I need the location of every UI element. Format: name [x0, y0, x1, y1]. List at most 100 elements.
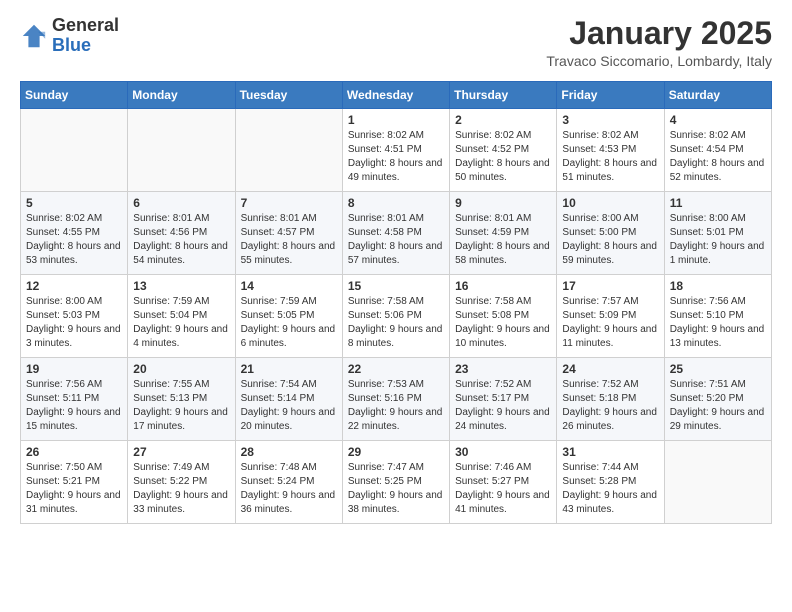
calendar-day-26: 26 Sunrise: 7:50 AM Sunset: 5:21 PM Dayli…	[21, 441, 128, 524]
calendar-day-23: 23Sunrise: 7:52 AM Sunset: 5:17 PM Dayli…	[450, 358, 557, 441]
calendar-day-13: 13Sunrise: 7:59 AM Sunset: 5:04 PM Dayli…	[128, 275, 235, 358]
logo: General Blue	[20, 16, 119, 56]
calendar-day-10: 10 Sunrise: 8:00 AM Sunset: 5:00 PM Dayli…	[557, 192, 664, 275]
day-info: Sunrise: 8:01 AM Sunset: 4:56 PM Dayligh…	[133, 212, 229, 268]
calendar-day-9: 9Sunrise: 8:01 AM Sunset: 4:59 PM Daylig…	[450, 192, 557, 275]
logo-blue-text: Blue	[52, 36, 119, 56]
day-number: 12	[26, 279, 122, 293]
location: Travaco Siccomario, Lombardy, Italy	[546, 53, 772, 69]
calendar-week-row: 12 Sunrise: 8:00 AM Sunset: 5:03 PM Dayli…	[21, 275, 772, 358]
calendar-day-8: 8 Sunrise: 8:01 AM Sunset: 4:58 PM Daylig…	[342, 192, 449, 275]
day-number: 20	[133, 362, 229, 376]
calendar-day-30: 30Sunrise: 7:46 AM Sunset: 5:27 PM Dayli…	[450, 441, 557, 524]
calendar-day-1: 1 Sunrise: 8:02 AM Sunset: 4:51 PM Daylig…	[342, 109, 449, 192]
calendar-day-3: 3 Sunrise: 8:02 AM Sunset: 4:53 PM Daylig…	[557, 109, 664, 192]
day-info: Sunrise: 7:58 AM Sunset: 5:06 PM Dayligh…	[348, 295, 444, 351]
day-number: 6	[133, 196, 229, 210]
day-number: 10	[562, 196, 658, 210]
day-number: 7	[241, 196, 337, 210]
calendar-table: SundayMondayTuesdayWednesdayThursdayFrid…	[20, 81, 772, 524]
day-info: Sunrise: 8:02 AM Sunset: 4:53 PM Dayligh…	[562, 129, 658, 185]
day-number: 3	[562, 113, 658, 127]
day-info: Sunrise: 8:01 AM Sunset: 4:57 PM Dayligh…	[241, 212, 337, 268]
calendar-day-31: 31Sunrise: 7:44 AM Sunset: 5:28 PM Dayli…	[557, 441, 664, 524]
day-header-thursday: Thursday	[450, 82, 557, 109]
month-title: January 2025	[546, 16, 772, 51]
day-header-friday: Friday	[557, 82, 664, 109]
day-number: 11	[670, 196, 766, 210]
day-number: 17	[562, 279, 658, 293]
day-info: Sunrise: 8:02 AM Sunset: 4:52 PM Dayligh…	[455, 129, 551, 185]
day-info: Sunrise: 7:50 AM Sunset: 5:21 PM Dayligh…	[26, 461, 122, 517]
calendar-day-14: 14Sunrise: 7:59 AM Sunset: 5:05 PM Dayli…	[235, 275, 342, 358]
calendar-empty-cell	[21, 109, 128, 192]
day-header-tuesday: Tuesday	[235, 82, 342, 109]
calendar-empty-cell	[235, 109, 342, 192]
calendar-empty-cell	[128, 109, 235, 192]
calendar-day-17: 17Sunrise: 7:57 AM Sunset: 5:09 PM Dayli…	[557, 275, 664, 358]
header: General Blue January 2025 Travaco Siccom…	[20, 16, 772, 69]
day-info: Sunrise: 8:00 AM Sunset: 5:03 PM Dayligh…	[26, 295, 122, 351]
day-number: 26	[26, 445, 122, 459]
day-number: 2	[455, 113, 551, 127]
day-number: 13	[133, 279, 229, 293]
page: General Blue January 2025 Travaco Siccom…	[0, 0, 792, 544]
logo-icon	[20, 22, 48, 50]
calendar-week-row: 19 Sunrise: 7:56 AM Sunset: 5:11 PM Dayli…	[21, 358, 772, 441]
day-number: 21	[241, 362, 337, 376]
day-number: 19	[26, 362, 122, 376]
calendar-day-25: 25 Sunrise: 7:51 AM Sunset: 5:20 PM Dayli…	[664, 358, 771, 441]
day-info: Sunrise: 8:00 AM Sunset: 5:00 PM Dayligh…	[562, 212, 658, 268]
calendar-week-row: 1 Sunrise: 8:02 AM Sunset: 4:51 PM Daylig…	[21, 109, 772, 192]
day-header-wednesday: Wednesday	[342, 82, 449, 109]
calendar-day-16: 16Sunrise: 7:58 AM Sunset: 5:08 PM Dayli…	[450, 275, 557, 358]
calendar-header-row: SundayMondayTuesdayWednesdayThursdayFrid…	[21, 82, 772, 109]
day-number: 24	[562, 362, 658, 376]
day-number: 15	[348, 279, 444, 293]
calendar-day-21: 21 Sunrise: 7:54 AM Sunset: 5:14 PM Dayli…	[235, 358, 342, 441]
day-number: 29	[348, 445, 444, 459]
calendar-day-28: 28Sunrise: 7:48 AM Sunset: 5:24 PM Dayli…	[235, 441, 342, 524]
calendar-day-7: 7 Sunrise: 8:01 AM Sunset: 4:57 PM Daylig…	[235, 192, 342, 275]
day-info: Sunrise: 7:47 AM Sunset: 5:25 PM Dayligh…	[348, 461, 444, 517]
day-header-sunday: Sunday	[21, 82, 128, 109]
calendar-day-24: 24 Sunrise: 7:52 AM Sunset: 5:18 PM Dayli…	[557, 358, 664, 441]
day-number: 16	[455, 279, 551, 293]
day-info: Sunrise: 7:56 AM Sunset: 5:11 PM Dayligh…	[26, 378, 122, 434]
day-info: Sunrise: 7:53 AM Sunset: 5:16 PM Dayligh…	[348, 378, 444, 434]
calendar-day-15: 15 Sunrise: 7:58 AM Sunset: 5:06 PM Dayli…	[342, 275, 449, 358]
day-info: Sunrise: 7:55 AM Sunset: 5:13 PM Dayligh…	[133, 378, 229, 434]
day-header-monday: Monday	[128, 82, 235, 109]
calendar-week-row: 5Sunrise: 8:02 AM Sunset: 4:55 PM Daylig…	[21, 192, 772, 275]
day-info: Sunrise: 7:46 AM Sunset: 5:27 PM Dayligh…	[455, 461, 551, 517]
day-number: 25	[670, 362, 766, 376]
day-number: 31	[562, 445, 658, 459]
day-info: Sunrise: 7:54 AM Sunset: 5:14 PM Dayligh…	[241, 378, 337, 434]
day-info: Sunrise: 7:52 AM Sunset: 5:18 PM Dayligh…	[562, 378, 658, 434]
logo-general-text: General	[52, 16, 119, 36]
calendar-day-2: 2 Sunrise: 8:02 AM Sunset: 4:52 PM Daylig…	[450, 109, 557, 192]
title-block: January 2025 Travaco Siccomario, Lombard…	[546, 16, 772, 69]
day-info: Sunrise: 7:52 AM Sunset: 5:17 PM Dayligh…	[455, 378, 551, 434]
calendar-day-27: 27Sunrise: 7:49 AM Sunset: 5:22 PM Dayli…	[128, 441, 235, 524]
day-number: 18	[670, 279, 766, 293]
day-number: 1	[348, 113, 444, 127]
day-number: 22	[348, 362, 444, 376]
calendar-day-6: 6 Sunrise: 8:01 AM Sunset: 4:56 PM Daylig…	[128, 192, 235, 275]
calendar-day-19: 19 Sunrise: 7:56 AM Sunset: 5:11 PM Dayli…	[21, 358, 128, 441]
day-number: 28	[241, 445, 337, 459]
calendar-empty-cell	[664, 441, 771, 524]
day-number: 9	[455, 196, 551, 210]
logo-text: General Blue	[52, 16, 119, 56]
day-number: 5	[26, 196, 122, 210]
calendar-day-12: 12 Sunrise: 8:00 AM Sunset: 5:03 PM Dayli…	[21, 275, 128, 358]
day-info: Sunrise: 8:01 AM Sunset: 4:58 PM Dayligh…	[348, 212, 444, 268]
calendar-day-11: 11Sunrise: 8:00 AM Sunset: 5:01 PM Dayli…	[664, 192, 771, 275]
day-number: 8	[348, 196, 444, 210]
day-info: Sunrise: 7:51 AM Sunset: 5:20 PM Dayligh…	[670, 378, 766, 434]
calendar-week-row: 26 Sunrise: 7:50 AM Sunset: 5:21 PM Dayli…	[21, 441, 772, 524]
day-number: 4	[670, 113, 766, 127]
day-info: Sunrise: 7:56 AM Sunset: 5:10 PM Dayligh…	[670, 295, 766, 351]
day-info: Sunrise: 8:02 AM Sunset: 4:51 PM Dayligh…	[348, 129, 444, 185]
day-info: Sunrise: 8:02 AM Sunset: 4:54 PM Dayligh…	[670, 129, 766, 185]
